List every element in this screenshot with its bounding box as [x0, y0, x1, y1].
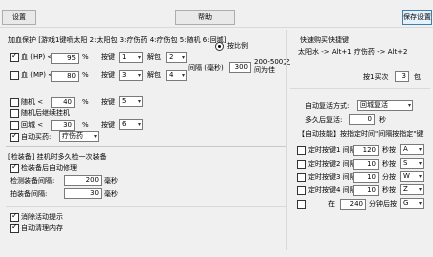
skill-3-key-select[interactable]: W ▾ [400, 171, 424, 182]
check-time-input[interactable]: 200 [64, 175, 102, 186]
random-back-label: 随机后继续挂机 [21, 109, 70, 117]
hint-checkbox[interactable] [10, 211, 19, 222]
skill-2-key-select[interactable]: S ▾ [400, 158, 424, 169]
right-panel-divider [286, 30, 287, 250]
skill-3-label: 定时按键3 间隔: [308, 173, 360, 181]
skill-3-checkbox[interactable] [297, 173, 306, 182]
protect-header: 加血保护 [游戏1键喷太阳 2:太阳包 3:疗伤药 4:疗伤包 5:随机 6:回… [8, 36, 227, 44]
city-key-select[interactable]: 6 ▾ [119, 119, 143, 130]
random-value-input[interactable]: 40 [51, 97, 75, 108]
skill-1-key-select[interactable]: A ▾ [400, 144, 424, 155]
clean-checkbox[interactable] [10, 222, 19, 233]
interval-hint-1: 200-500之 [254, 58, 291, 66]
mp-value-input[interactable]: 80 [51, 71, 79, 82]
recover-mode-select[interactable]: 回城复活 ▾ [357, 100, 413, 111]
ratio-label: 按比例 [227, 42, 248, 50]
skill-4-label: 定时按键4 间隔: [308, 186, 360, 194]
city-unit: % [82, 121, 89, 129]
recover-time-unit: 秒 [379, 116, 386, 124]
random-unit: % [82, 98, 89, 106]
shortcut-title: 快速购买快捷键 [300, 36, 349, 44]
random-key-select[interactable]: 5 ▾ [119, 96, 143, 107]
mp-unit: % [82, 71, 89, 79]
equip-check-label: 检装备后自动修理 [21, 164, 77, 172]
city-checkbox[interactable] [10, 121, 19, 130]
hp-value-input[interactable]: 95 [51, 53, 79, 64]
auto-med-checkbox[interactable] [10, 131, 19, 142]
hp-key-label: 按键 [101, 53, 115, 61]
recover-divider [290, 88, 430, 89]
skill-4-key-select[interactable]: Z ▾ [400, 184, 424, 195]
skill-header: 【自动技能】按指定时间"间隔按指定"键 [298, 130, 424, 138]
skill-5-checkbox[interactable] [297, 200, 306, 209]
skill-5-unit: 分钟后按 [369, 200, 397, 208]
random-checkbox[interactable] [10, 98, 19, 107]
hp-key-select[interactable]: 1 ▾ [119, 52, 143, 63]
skill-4-unit: 秒按 [382, 186, 396, 194]
mp-label: 血 (MP) < [21, 71, 55, 79]
hp-checkbox[interactable] [10, 51, 19, 62]
random-label: 随机 < [21, 98, 44, 106]
bottom-divider [6, 206, 286, 207]
toolbar-divider [0, 27, 433, 28]
mp-checkbox[interactable] [10, 71, 19, 80]
skill-4-input[interactable]: 10 [353, 185, 379, 196]
clean-label: 自动清理内存 [21, 224, 63, 232]
hp-label: 血 (HP) < [21, 53, 54, 61]
hp-unit: % [82, 53, 89, 61]
city-value-input[interactable]: 30 [51, 120, 75, 131]
shortcut-count-label: 按1买次 [363, 73, 389, 81]
skill-4-checkbox[interactable] [297, 186, 306, 195]
skill-5-key-select[interactable]: G ▾ [400, 198, 424, 209]
city-key-label: 按键 [101, 121, 115, 129]
random-back-checkbox[interactable] [10, 109, 19, 118]
skill-5-input[interactable]: 240 [340, 199, 366, 210]
skill-2-label: 定时按键2 间隔: [308, 160, 360, 168]
skill-2-input[interactable]: 10 [353, 159, 379, 170]
help-button[interactable]: 帮助 [175, 10, 235, 25]
settings-button[interactable]: 设置 [2, 10, 36, 25]
ratio-radio[interactable] [215, 42, 224, 51]
interval-input[interactable]: 300 [229, 62, 251, 73]
equip-header: [检装备] 挂机时多久检一次装备 [8, 153, 107, 161]
skill-3-input[interactable]: 10 [353, 172, 379, 183]
shortcut-desc: 太阳水 -> Alt+1 疗伤药 -> Alt+2 [298, 48, 408, 56]
skill-1-label: 定时按键1 间隔: [308, 146, 360, 154]
skill-2-unit: 秒按 [382, 160, 396, 168]
repair-time-input[interactable]: 30 [64, 188, 102, 199]
mp-key-select[interactable]: 3 ▾ [119, 70, 143, 81]
shortcut-count-input[interactable]: 3 [395, 71, 409, 82]
recover-time-label: 多久后复活: [305, 116, 343, 124]
skill-5-label: 在 [328, 200, 335, 208]
shortcut-count-unit: 包 [414, 73, 421, 81]
skill-2-checkbox[interactable] [297, 160, 306, 169]
check-time-label: 检测装备间隔: [10, 177, 55, 185]
auto-med-label: 自动买药: [21, 133, 52, 141]
city-label: 回城 < [21, 121, 44, 129]
interval-label: 间隔 (毫秒) [188, 64, 224, 72]
hp-cd-label: 解包 [147, 53, 161, 61]
save-settings-button[interactable]: 保存设置 [402, 10, 432, 25]
skill-1-input[interactable]: 120 [353, 145, 379, 156]
mp-cd-select[interactable]: 4 ▾ [166, 70, 187, 81]
equip-check-checkbox[interactable] [10, 162, 19, 173]
mp-key-label: 按键 [101, 71, 115, 79]
equip-group [6, 146, 286, 147]
recover-mode-label: 自动复活方式: [305, 102, 350, 110]
random-key-label: 按键 [101, 98, 115, 106]
hp-cd-select[interactable]: 2 ▾ [166, 52, 187, 63]
hint-label: 消除活动提示 [21, 213, 63, 221]
skill-1-checkbox[interactable] [297, 146, 306, 155]
auto-med-select[interactable]: 疗伤药 ▾ [59, 131, 99, 142]
repair-time-label: 拍装备间隔: [10, 190, 48, 198]
repair-time-unit: 毫秒 [104, 190, 118, 198]
interval-hint-2: 间为佳 [254, 66, 275, 74]
mp-cd-label: 解包 [147, 71, 161, 79]
recover-time-input[interactable]: 0 [349, 114, 375, 125]
check-time-unit: 毫秒 [104, 177, 118, 185]
skill-3-unit: 分按 [382, 173, 396, 181]
skill-1-unit: 秒按 [382, 146, 396, 154]
